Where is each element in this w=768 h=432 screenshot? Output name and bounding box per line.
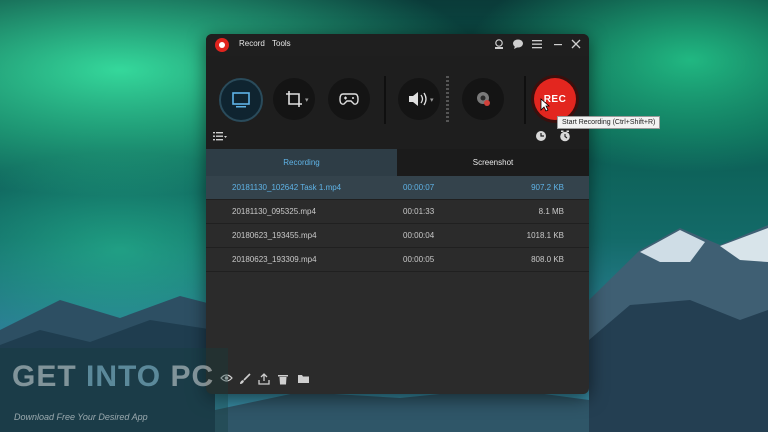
watermark-pc: PC	[161, 360, 215, 393]
file-name: 20180623_193309.mp4	[232, 255, 317, 264]
file-size: 808.0 KB	[531, 255, 564, 264]
schedule-icon[interactable]	[558, 130, 572, 144]
file-name: 20180623_193455.mp4	[232, 231, 317, 240]
app-logo-icon	[215, 38, 229, 52]
open-folder-icon[interactable]	[296, 373, 310, 387]
file-duration: 00:00:05	[403, 255, 435, 264]
webcam-button[interactable]	[462, 78, 504, 120]
crop-region-icon	[286, 91, 302, 107]
hamburger-menu-icon[interactable]	[530, 38, 544, 52]
menu-tools[interactable]: Tools	[272, 39, 291, 48]
toolbar-divider	[524, 76, 526, 124]
file-size: 1018.1 KB	[526, 231, 564, 240]
screen-record-icon	[232, 92, 250, 108]
mouse-cursor-icon	[540, 98, 550, 112]
list-item[interactable]: 20180623_193309.mp4 00:00:05 808.0 KB	[206, 248, 589, 272]
file-size: 907.2 KB	[531, 183, 564, 192]
gamepad-icon	[339, 93, 359, 105]
file-actions-bar	[206, 368, 589, 394]
chat-icon[interactable]	[511, 38, 525, 52]
webcam-icon[interactable]	[492, 38, 506, 52]
audio-dropdown-chevron-icon[interactable]: ▾	[430, 96, 434, 104]
list-item[interactable]: 20181130_095325.mp4 00:01:33 8.1 MB	[206, 200, 589, 224]
list-item[interactable]: 20181130_102642 Task 1.mp4 00:00:07 907.…	[206, 176, 589, 200]
tab-screenshot[interactable]: Screenshot	[397, 149, 589, 176]
minimize-icon[interactable]	[551, 38, 565, 52]
list-view-icon[interactable]	[213, 131, 227, 145]
watermark-get: GET	[12, 360, 87, 393]
capture-toolbar: ▾ ▾ REC	[206, 56, 589, 149]
audio-level-meter	[446, 76, 449, 124]
timer-icon[interactable]	[534, 130, 548, 144]
record-screen-button[interactable]	[219, 78, 263, 122]
screen-recorder-window: Record Tools ▾ ▾ REC Recording Screensho…	[206, 34, 589, 394]
region-dropdown-chevron-icon[interactable]: ▾	[305, 96, 309, 104]
edit-brush-icon[interactable]	[238, 373, 252, 387]
webcam-off-icon	[477, 92, 490, 106]
delete-trash-icon[interactable]	[276, 373, 290, 387]
toolbar-divider	[384, 76, 386, 124]
close-icon[interactable]	[569, 38, 583, 52]
game-record-button[interactable]	[328, 78, 370, 120]
speaker-icon	[409, 92, 427, 106]
file-name: 20181130_102642 Task 1.mp4	[232, 183, 342, 192]
file-duration: 00:00:04	[403, 231, 435, 240]
list-item[interactable]: 20180623_193455.mp4 00:00:04 1018.1 KB	[206, 224, 589, 248]
file-duration: 00:00:07	[403, 183, 435, 192]
media-tabs: Recording Screenshot	[206, 149, 589, 176]
file-name: 20181130_095325.mp4	[232, 207, 316, 216]
recordings-list: 20181130_102642 Task 1.mp4 00:00:07 907.…	[206, 176, 589, 272]
file-duration: 00:01:33	[403, 207, 435, 216]
menu-record[interactable]: Record	[239, 39, 265, 48]
file-size: 8.1 MB	[538, 207, 564, 216]
watermark-tagline: Download Free Your Desired App	[14, 412, 148, 422]
title-bar: Record Tools	[206, 34, 589, 56]
watermark-into: INTO	[86, 360, 162, 393]
rec-tooltip: Start Recording (Ctrl+Shift+R)	[557, 116, 661, 129]
watermark-logo: GET INTO PC	[12, 360, 214, 394]
share-upload-icon[interactable]	[257, 373, 271, 387]
tab-recording[interactable]: Recording	[206, 149, 397, 176]
